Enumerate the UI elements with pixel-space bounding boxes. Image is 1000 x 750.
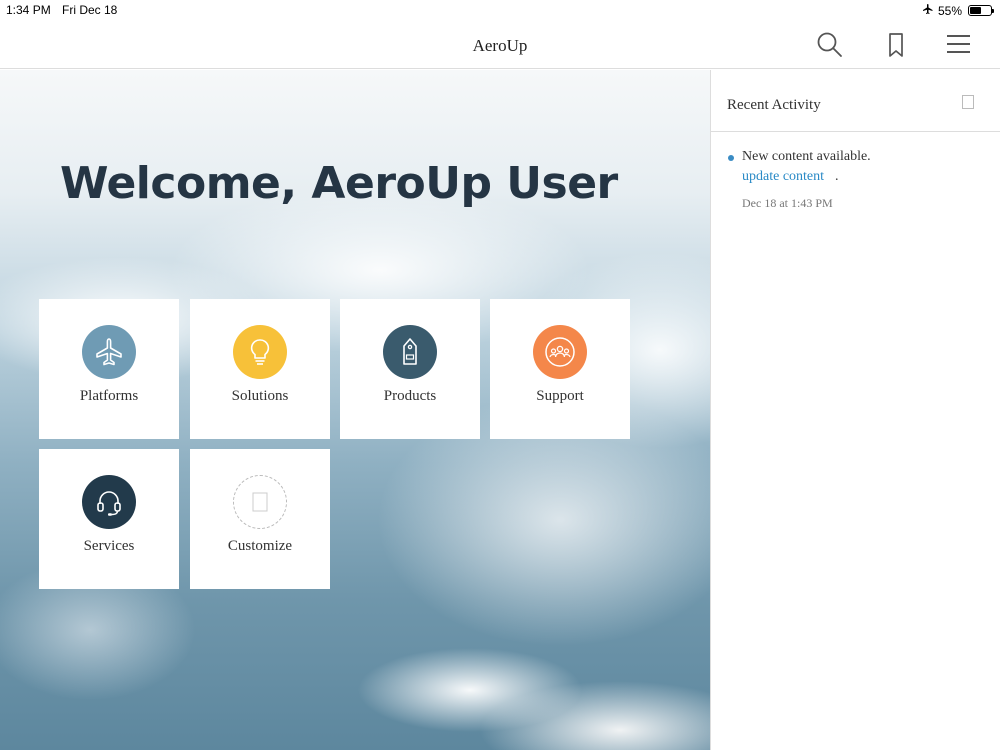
tile-solutions[interactable]: Solutions — [190, 299, 330, 439]
tile-label: Platforms — [79, 388, 139, 404]
activity-timestamp: Dec 18 at 1:43 PM — [742, 196, 833, 210]
search-icon — [817, 32, 842, 57]
activity-bullet-icon — [728, 155, 734, 161]
battery-icon — [968, 5, 994, 16]
tile-label: Support — [536, 388, 584, 404]
status-date: Fri Dec 18 — [62, 3, 118, 17]
panel-header: Recent Activity — [711, 70, 1000, 132]
status-indicators: 55% — [922, 3, 994, 18]
status-time: 1:34 PM — [6, 3, 51, 17]
tile-label: Products — [383, 388, 437, 404]
lightbulb-icon — [250, 339, 270, 365]
solutions-icon-circle — [233, 325, 287, 379]
airplane-mode-icon — [922, 3, 934, 18]
services-icon-circle — [82, 475, 136, 529]
status-bar: 1:34 PM Fri Dec 18 55% — [0, 0, 1000, 20]
menu-button[interactable] — [944, 30, 974, 60]
customize-icon-circle — [233, 475, 287, 529]
activity-link-suffix: . — [835, 169, 839, 184]
recent-activity-panel: Recent Activity New content available. u… — [710, 70, 1000, 750]
platforms-icon-circle — [82, 325, 136, 379]
panel-title: Recent Activity — [727, 97, 821, 113]
update-content-link[interactable]: update content — [742, 169, 824, 185]
price-tag-icon — [403, 338, 417, 365]
tile-label: Services — [83, 538, 135, 554]
bookmark-icon — [889, 33, 903, 57]
panel-toggle-icon[interactable] — [962, 95, 974, 109]
airplane-icon — [96, 338, 122, 366]
tile-customize[interactable]: Customize — [190, 449, 330, 589]
nav-bar: AeroUp — [0, 20, 1000, 69]
support-icon-circle — [533, 325, 587, 379]
products-icon-circle — [383, 325, 437, 379]
battery-level — [970, 7, 981, 14]
people-group-icon — [545, 337, 575, 367]
welcome-heading: Welcome, AeroUp User — [60, 158, 618, 209]
bookmarks-button[interactable] — [881, 30, 911, 60]
tile-label: Solutions — [231, 388, 289, 404]
search-button[interactable] — [815, 30, 845, 60]
headset-icon — [97, 491, 121, 516]
tile-support[interactable]: Support — [490, 299, 630, 439]
tile-products[interactable]: Products — [340, 299, 480, 439]
tile-label: Customize — [227, 538, 293, 554]
app-title: AeroUp — [472, 36, 528, 55]
activity-message: New content available. — [742, 149, 871, 164]
tile-services[interactable]: Services — [39, 449, 179, 589]
hamburger-menu-icon — [947, 35, 970, 53]
tile-platforms[interactable]: Platforms — [39, 299, 179, 439]
battery-percent: 55% — [937, 3, 962, 18]
hero-section: Welcome, AeroUp User Platforms Solutions — [0, 70, 710, 750]
blank-page-icon — [252, 492, 268, 512]
